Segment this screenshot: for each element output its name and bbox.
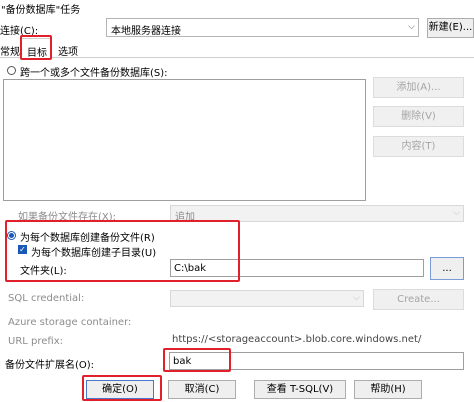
connection-select[interactable]: 本地服务器连接 ⌵: [106, 18, 419, 37]
connection-label: 连接(C):: [0, 26, 39, 37]
chevron-down-icon: ⌵: [408, 22, 415, 32]
if-exists-label: 如果备份文件存在(X):: [18, 212, 117, 223]
help-button[interactable]: 帮助(H): [354, 380, 422, 399]
folder-input[interactable]: C:\bak: [170, 259, 424, 277]
tab-destination-label: 目标: [27, 48, 47, 59]
extension-input[interactable]: bak: [169, 352, 464, 370]
folder-label: 文件夹(L):: [20, 266, 67, 277]
cancel-button[interactable]: 取消(C): [168, 380, 236, 399]
if-exists-value: 追加: [175, 212, 195, 223]
sql-credential-label: SQL credential:: [8, 293, 85, 304]
extension-value: bak: [173, 356, 192, 367]
window-title: "备份数据库"任务: [1, 5, 81, 16]
per-database-radio[interactable]: [7, 231, 16, 240]
per-database-label: 为每个数据库创建备份文件(R): [20, 233, 155, 244]
new-connection-button[interactable]: 新建(E)...: [427, 18, 474, 38]
tab-destination[interactable]: 目标: [21, 38, 51, 59]
backup-files-list[interactable]: [3, 79, 366, 201]
extension-label: 备份文件扩展名(O):: [5, 360, 95, 371]
tab-options[interactable]: 选项: [58, 43, 78, 58]
url-prefix-value: https://<storageaccount>.blob.core.windo…: [172, 334, 422, 345]
chevron-down-icon: ⌵: [453, 208, 460, 218]
if-exists-select[interactable]: 追加 ⌵: [170, 205, 464, 223]
remove-file-button[interactable]: 删除(V): [373, 106, 464, 127]
create-credential-button[interactable]: Create...: [373, 289, 464, 310]
contents-button[interactable]: 内容(T): [373, 136, 464, 157]
azure-container-label: Azure storage container:: [8, 317, 132, 328]
check-icon[interactable]: ✓: [18, 245, 27, 254]
span-files-radio[interactable]: [7, 66, 16, 75]
add-file-button[interactable]: 添加(A)...: [373, 77, 464, 98]
sql-credential-select[interactable]: ⌵: [170, 290, 364, 307]
browse-folder-button[interactable]: ...: [430, 257, 464, 280]
view-tsql-button[interactable]: 查看 T-SQL(V): [254, 380, 346, 399]
chevron-down-icon: ⌵: [353, 293, 360, 303]
ok-button[interactable]: 确定(O): [86, 380, 154, 399]
span-files-label: 跨一个或多个文件备份数据库(S):: [20, 68, 168, 79]
title-bar: "备份数据库"任务: [0, 0, 474, 16]
folder-value: C:\bak: [174, 263, 206, 274]
connection-value: 本地服务器连接: [111, 26, 181, 37]
url-prefix-label: URL prefix:: [8, 336, 63, 347]
subdirectory-label: 为每个数据库创建子目录(U): [31, 248, 157, 259]
tab-general[interactable]: 常规: [0, 43, 20, 58]
